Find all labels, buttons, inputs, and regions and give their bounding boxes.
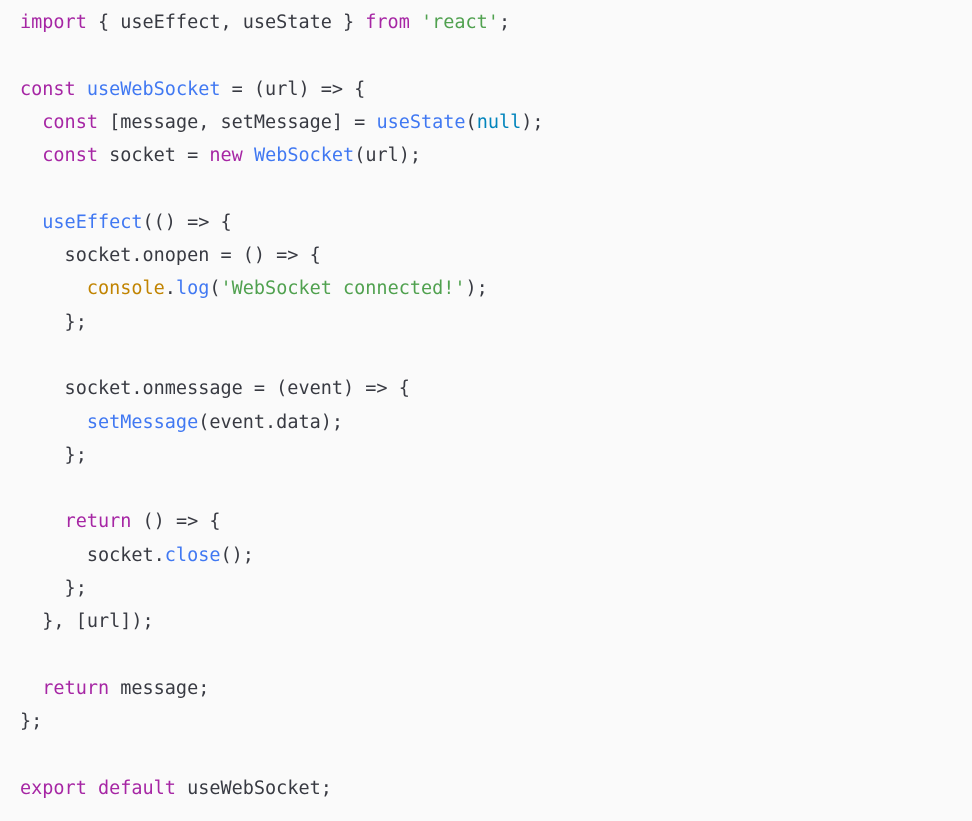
code-token-function: close: [164, 544, 221, 566]
code-token-constant: null: [476, 111, 522, 133]
code-token-plain: () => {: [131, 511, 221, 533]
code-token-plain: socket.onmessage = (event) => {: [20, 378, 410, 400]
code-token-keyword: const: [42, 111, 98, 133]
code-token-function: WebSocket: [253, 145, 355, 167]
code-token-plain: [message, setMessage] =: [97, 111, 377, 133]
code-token-keyword: export: [20, 777, 87, 799]
code-token-function: useState: [376, 111, 466, 133]
code-line: const socket = new WebSocket(url);: [20, 139, 972, 172]
code-token-builtin: console: [86, 278, 165, 300]
code-token-plain: ();: [220, 544, 254, 566]
code-token-keyword: default: [97, 777, 176, 799]
code-token-plain: useWebSocket;: [175, 777, 332, 799]
code-token-plain: };: [20, 311, 87, 333]
code-token-keyword: from: [365, 12, 410, 33]
code-token-plain: }, [url]);: [20, 611, 154, 633]
code-token-plain: };: [20, 578, 87, 600]
code-line: socket.close();: [20, 539, 972, 572]
code-block[interactable]: import { useEffect, useState } from 'rea…: [20, 6, 972, 805]
code-line: };: [20, 572, 972, 605]
code-token-keyword: new: [209, 145, 243, 167]
code-content: import { useEffect, useState } from 'rea…: [20, 6, 972, 805]
code-token-plain: { useEffect, useState }: [86, 12, 366, 33]
code-line: return message;: [20, 672, 972, 705]
code-token-string: 'WebSocket connected!': [220, 278, 466, 300]
code-token-function: setMessage: [86, 411, 199, 433]
code-token-plain: );: [465, 278, 488, 300]
code-token-plain: };: [20, 444, 87, 466]
code-line: socket.onopen = () => {: [20, 239, 972, 272]
code-token-plain: socket.onopen = () => {: [20, 245, 321, 267]
code-line: };: [20, 439, 972, 472]
code-line: socket.onmessage = (event) => {: [20, 372, 972, 405]
code-token-plain: message;: [109, 677, 210, 699]
code-token-keyword: import: [20, 12, 87, 33]
code-token-function: useEffect: [42, 211, 143, 233]
code-line: const [message, setMessage] = useState(n…: [20, 106, 972, 139]
code-token-plain: };: [20, 711, 43, 733]
code-line: import { useEffect, useState } from 'rea…: [20, 6, 972, 39]
code-token-plain: .: [164, 278, 176, 300]
code-token-plain: = (url) => {: [220, 78, 366, 100]
code-token-plain: (: [209, 278, 221, 300]
code-viewer[interactable]: import { useEffect, useState } from 'rea…: [0, 0, 972, 821]
code-line: console.log('WebSocket connected!');: [20, 272, 972, 305]
code-line: }, [url]);: [20, 605, 972, 638]
code-line: useEffect(() => {: [20, 206, 972, 239]
code-token-plain: );: [521, 111, 544, 133]
code-token-string: 'react': [420, 12, 499, 33]
code-token-plain: socket.: [20, 544, 165, 566]
code-line: return () => {: [20, 505, 972, 538]
code-token-keyword: return: [64, 511, 132, 533]
code-line: };: [20, 705, 972, 738]
code-token-plain: (url);: [354, 145, 422, 167]
code-line: const useWebSocket = (url) => {: [20, 73, 972, 106]
code-token-keyword: const: [42, 145, 98, 167]
code-token-plain: (() => {: [142, 211, 232, 233]
code-line: export default useWebSocket;: [20, 772, 972, 805]
code-token-function: log: [175, 278, 210, 300]
code-token-keyword: const: [20, 78, 76, 100]
code-token-plain: ;: [498, 12, 511, 33]
code-token-keyword: return: [42, 677, 110, 699]
code-token-function: useWebSocket: [86, 78, 221, 100]
code-line: };: [20, 306, 972, 339]
code-token-plain: socket =: [97, 145, 210, 167]
code-line: setMessage(event.data);: [20, 406, 972, 439]
code-token-plain: (event.data);: [198, 411, 344, 433]
code-token-plain: (: [465, 111, 477, 133]
